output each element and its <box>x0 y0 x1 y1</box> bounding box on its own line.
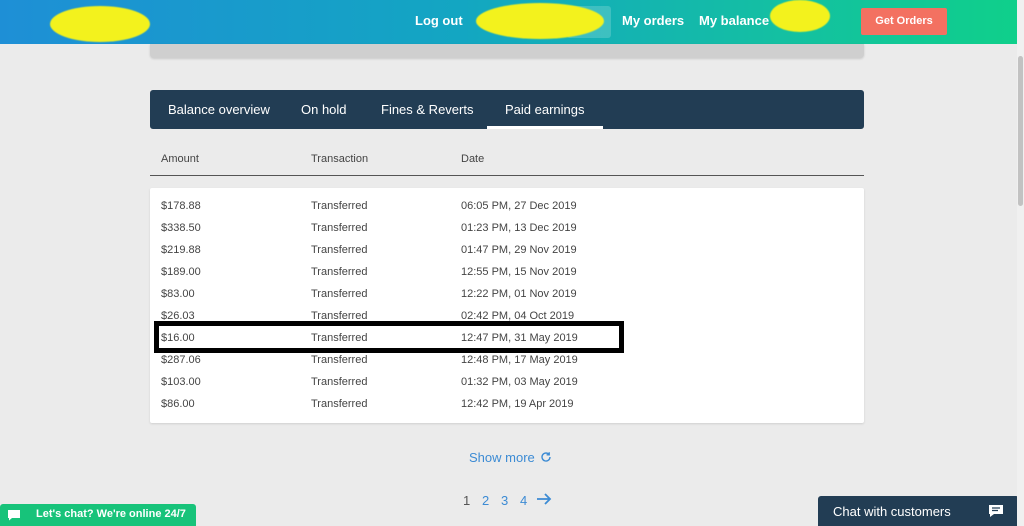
redacted-logo <box>50 6 150 42</box>
amount-cell: $83.00 <box>161 288 195 300</box>
chat-bubble-icon <box>8 510 20 521</box>
transaction-cell: Transferred <box>311 398 368 410</box>
table-row: $103.00 Transferred 01:32 PM, 03 May 201… <box>150 371 864 393</box>
transaction-cell: Transferred <box>311 376 368 388</box>
show-more-label: Show more <box>469 450 535 465</box>
date-cell: 12:55 PM, 15 Nov 2019 <box>461 266 577 278</box>
tab-fines-reverts[interactable]: Fines & Reverts <box>381 90 473 129</box>
tab-on-hold[interactable]: On hold <box>301 90 347 129</box>
tab-bar: Balance overview On hold Fines & Reverts… <box>150 90 864 129</box>
top-header: Log out My orders My balance Get Orders <box>0 0 1024 44</box>
header-divider <box>150 175 864 176</box>
table-row: $189.00 Transferred 12:55 PM, 15 Nov 201… <box>150 261 864 283</box>
amount-cell: $338.50 <box>161 222 201 234</box>
chat-with-customers-button[interactable]: Chat with customers <box>818 496 1019 526</box>
message-icon <box>989 505 1003 517</box>
my-balance-link[interactable]: My balance <box>699 13 769 28</box>
column-header-date: Date <box>461 153 485 165</box>
transaction-cell: Transferred <box>311 244 368 256</box>
date-cell: 01:32 PM, 03 May 2019 <box>461 376 578 388</box>
live-chat-label: Let's chat? We're online 24/7 <box>36 508 186 520</box>
logout-link[interactable]: Log out <box>415 13 463 28</box>
scrollbar-thumb[interactable] <box>1018 56 1023 206</box>
my-orders-link[interactable]: My orders <box>622 13 684 28</box>
tab-balance-overview[interactable]: Balance overview <box>168 90 270 129</box>
redacted-nav-item <box>476 3 604 39</box>
page-3[interactable]: 3 <box>501 493 508 508</box>
table-row: $83.00 Transferred 12:22 PM, 01 Nov 2019 <box>150 283 864 305</box>
amount-cell: $219.88 <box>161 244 201 256</box>
date-cell: 12:22 PM, 01 Nov 2019 <box>461 288 577 300</box>
page-4[interactable]: 4 <box>520 493 527 508</box>
amount-cell: $103.00 <box>161 376 201 388</box>
paid-earnings-table: $178.88 Transferred 06:05 PM, 27 Dec 201… <box>150 188 864 423</box>
live-chat-button[interactable]: Let's chat? We're online 24/7 <box>0 504 196 526</box>
page-2[interactable]: 2 <box>482 493 489 508</box>
date-cell: 01:23 PM, 13 Dec 2019 <box>461 222 577 234</box>
date-cell: 06:05 PM, 27 Dec 2019 <box>461 200 577 212</box>
date-cell: 12:42 PM, 19 Apr 2019 <box>461 398 574 410</box>
tab-paid-earnings[interactable]: Paid earnings <box>487 90 602 129</box>
amount-cell: $86.00 <box>161 398 195 410</box>
refresh-icon <box>541 452 552 462</box>
transaction-cell: Transferred <box>311 266 368 278</box>
transaction-cell: Transferred <box>311 200 368 212</box>
get-orders-button[interactable]: Get Orders <box>861 8 947 35</box>
column-header-amount: Amount <box>161 153 199 165</box>
table-row: $86.00 Transferred 12:42 PM, 19 Apr 2019 <box>150 393 864 415</box>
show-more-link[interactable]: Show more <box>469 450 552 465</box>
summary-strip <box>150 44 864 58</box>
arrow-right-icon[interactable] <box>536 492 552 506</box>
table-row: $338.50 Transferred 01:23 PM, 13 Dec 201… <box>150 217 864 239</box>
transaction-cell: Transferred <box>311 222 368 234</box>
chat-with-customers-label: Chat with customers <box>833 504 951 519</box>
amount-cell: $189.00 <box>161 266 201 278</box>
date-cell: 01:47 PM, 29 Nov 2019 <box>461 244 577 256</box>
redacted-balance-value <box>770 0 830 32</box>
amount-cell: $178.88 <box>161 200 201 212</box>
page-1[interactable]: 1 <box>463 493 470 508</box>
table-row: $219.88 Transferred 01:47 PM, 29 Nov 201… <box>150 239 864 261</box>
row-highlight-annotation <box>154 321 624 353</box>
transaction-cell: Transferred <box>311 288 368 300</box>
column-header-transaction: Transaction <box>311 153 369 165</box>
table-row: $178.88 Transferred 06:05 PM, 27 Dec 201… <box>150 195 864 217</box>
